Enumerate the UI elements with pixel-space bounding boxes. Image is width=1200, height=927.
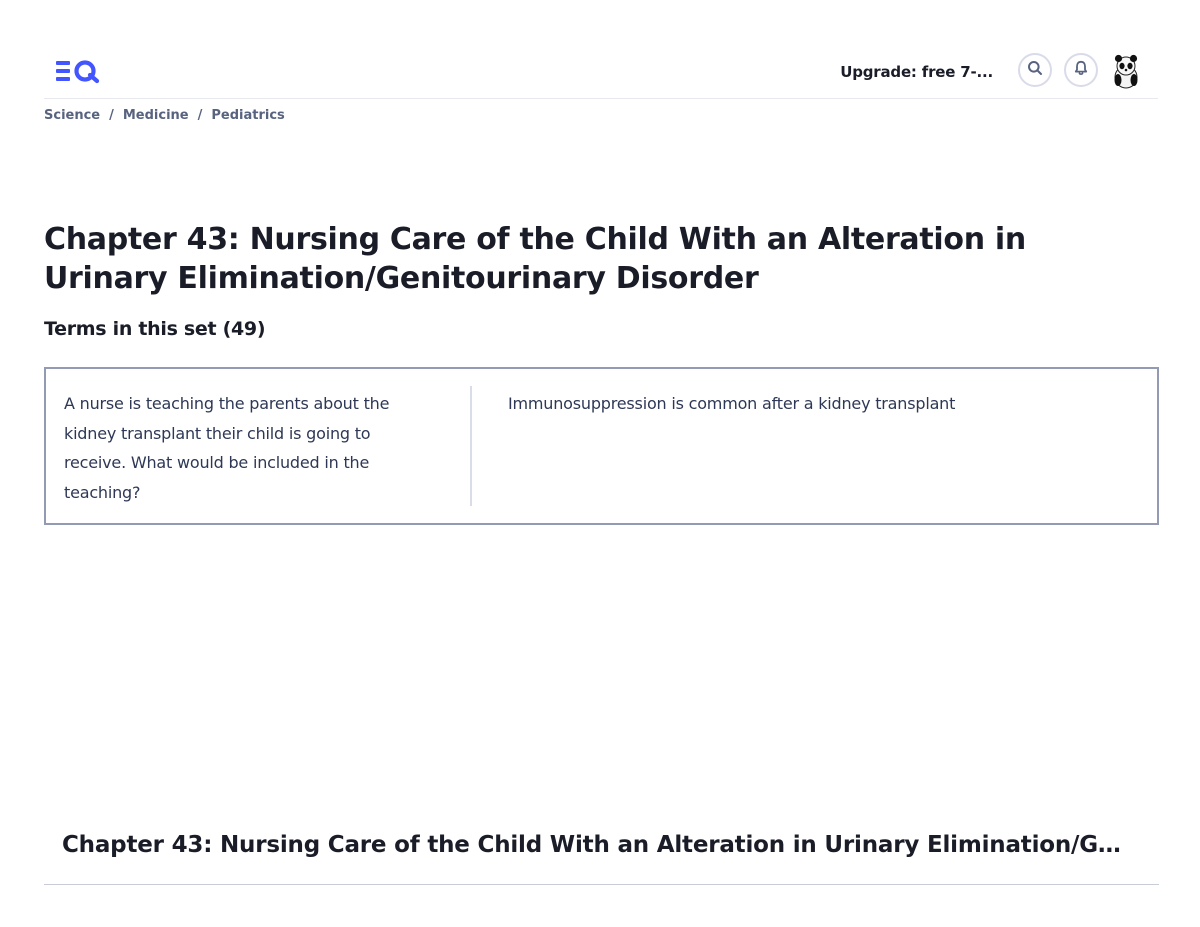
page-title: Chapter 43: Nursing Care of the Child Wi… [44,222,1026,296]
footer-set-title: Chapter 43: Nursing Care of the Child Wi… [62,832,1122,858]
breadcrumb-pediatrics[interactable]: Pediatrics [211,108,284,123]
search-button[interactable] [1018,53,1052,87]
terms-count-heading: Terms in this set (49) [44,318,266,340]
search-icon [1027,60,1043,80]
term-card: A nurse is teaching the parents about th… [44,367,1159,525]
card-definition: Immunosuppression is common after a kidn… [508,394,956,413]
panda-avatar-icon [1114,54,1138,89]
breadcrumb-science[interactable]: Science [44,108,100,123]
breadcrumb-separator: / [109,108,114,123]
bell-icon [1073,60,1089,80]
top-header: Upgrade: free 7-... [44,48,1158,99]
upgrade-button[interactable]: Upgrade: free 7-... [840,63,993,81]
avatar[interactable] [1110,53,1142,89]
breadcrumb-separator: / [197,108,203,123]
card-term: A nurse is teaching the parents about th… [64,394,390,502]
card-divider [470,386,472,506]
quizlet-logo-icon[interactable] [56,58,102,84]
footer-divider [44,884,1159,885]
breadcrumb-medicine[interactable]: Medicine [123,108,189,123]
breadcrumb: Science / Medicine / Pediatrics [44,108,285,123]
notifications-button[interactable] [1064,53,1098,87]
